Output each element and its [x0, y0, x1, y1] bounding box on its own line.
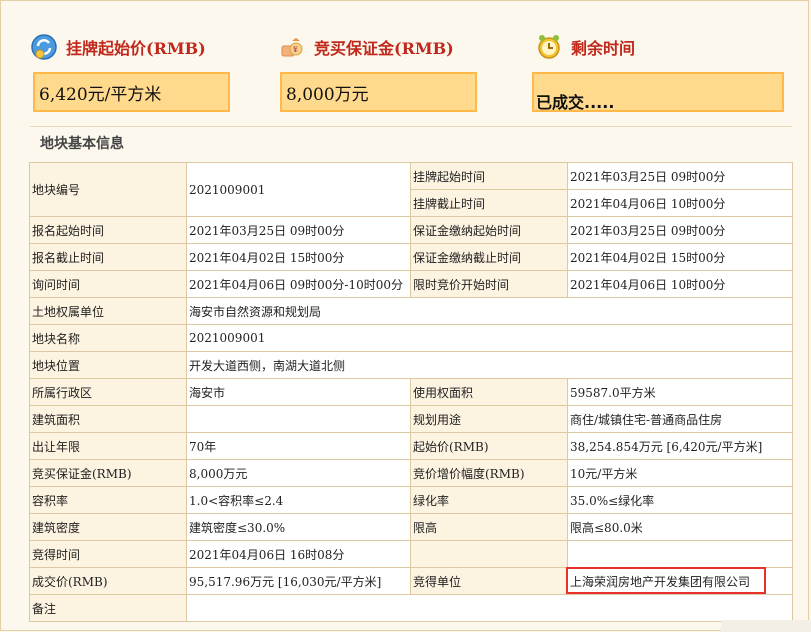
location-value: 开发大道西侧，南湖大道北侧: [186, 351, 793, 379]
deposit-end-label: 保证金缴纳截止时间: [410, 243, 568, 271]
deposit-end-value: 2021年04月02日 15时00分: [567, 243, 793, 271]
parcel-no-value: 2021009001: [186, 162, 411, 217]
section-title: 地块基本信息: [40, 136, 124, 152]
deal-price-label: 成交价(RMB): [29, 567, 187, 595]
table-row: 建筑面积 规划用途 商住/城镇住宅-普通商品住房: [29, 405, 793, 433]
deposit-value: 8,000万元: [186, 459, 411, 487]
start-price-value: 38,254.854万元 [6,420元/平方米]: [567, 432, 793, 460]
plan-use-value: 商住/城镇住宅-普通商品住房: [567, 405, 793, 433]
section-divider: [30, 126, 792, 127]
reg-start-label: 报名起始时间: [29, 216, 187, 244]
height-label: 限高: [410, 513, 568, 541]
far-value: 1.0<容积率≤2.4: [186, 486, 411, 514]
reg-end-label: 报名截止时间: [29, 243, 187, 271]
parcel-name-label: 地块名称: [29, 324, 187, 352]
table-row: 询问时间 2021年04月06日 09时00分-10时00分 限时竞价开始时间 …: [29, 270, 793, 298]
remaining-label: 剩余时间: [571, 39, 636, 58]
far-label: 容积率: [29, 486, 187, 514]
winner-highlight-box: [566, 567, 766, 594]
list-end-value: 2021年04月06日 10时00分: [567, 189, 793, 217]
table-row: 地块名称 2021009001: [29, 324, 793, 352]
empty-cell: [410, 540, 568, 568]
deposit-start-label: 保证金缴纳起始时间: [410, 216, 568, 244]
start-price-label: 起始价(RMB): [410, 432, 568, 460]
remaining-value: 已成交.....: [532, 72, 784, 112]
deposit-label: 竞买保证金(RMB): [29, 459, 187, 487]
table-row: 容积率 1.0<容积率≤2.4 绿化率 35.0%≤绿化率: [29, 486, 793, 514]
inquiry-value: 2021年04月06日 09时00分-10时00分: [186, 270, 411, 298]
reg-end-value: 2021年04月02日 15时00分: [186, 243, 411, 271]
build-area-value: [186, 405, 411, 433]
district-value: 海安市: [186, 378, 411, 406]
owner-value: 海安市自然资源和规划局: [186, 297, 793, 325]
table-row: 地块位置 开发大道西侧，南湖大道北侧: [29, 351, 793, 379]
corner-strip: [721, 620, 811, 632]
timed-bid-label: 限时竞价开始时间: [410, 270, 568, 298]
start-price-label: 挂牌起始价(RMB): [66, 39, 206, 58]
parcel-name-value: 2021009001: [186, 324, 793, 352]
district-label: 所属行政区: [29, 378, 187, 406]
owner-label: 土地权属单位: [29, 297, 187, 325]
use-area-label: 使用权面积: [410, 378, 568, 406]
inquiry-label: 询问时间: [29, 270, 187, 298]
start-price-value: 6,420元/平方米: [33, 72, 230, 112]
plan-use-label: 规划用途: [410, 405, 568, 433]
empty-cell: [567, 540, 793, 568]
table-row: 备注: [29, 594, 793, 622]
increment-value: 10元/平方米: [567, 459, 793, 487]
increment-label: 竞价增价幅度(RMB): [410, 459, 568, 487]
list-start-label: 挂牌起始时间: [410, 162, 568, 190]
deal-price-value: 95,517.96万元 [16,030元/平方米]: [186, 567, 411, 595]
use-area-value: 59587.0平方米: [567, 378, 793, 406]
table-row: 土地权属单位 海安市自然资源和规划局: [29, 297, 793, 325]
svg-text:¥: ¥: [293, 45, 298, 54]
remaining-heading: 剩余时间: [535, 32, 635, 62]
density-value: 建筑密度≤30.0%: [186, 513, 411, 541]
density-label: 建筑密度: [29, 513, 187, 541]
reg-start-value: 2021年03月25日 09时00分: [186, 216, 411, 244]
winner-label: 竞得单位: [410, 567, 568, 595]
win-time-label: 竞得时间: [29, 540, 187, 568]
price-header: 挂牌起始价(RMB) 6,420元/平方米 ¥ 竞买保证金(RMB) 8,000…: [30, 28, 790, 118]
green-value: 35.0%≤绿化率: [567, 486, 793, 514]
deposit-value: 8,000万元: [280, 72, 477, 112]
alarm-clock-icon: [538, 35, 560, 59]
build-area-label: 建筑面积: [29, 405, 187, 433]
list-start-value: 2021年03月25日 09时00分: [567, 162, 793, 190]
table-row: 报名截止时间 2021年04月02日 15时00分 保证金缴纳截止时间 2021…: [29, 243, 793, 271]
remark-label: 备注: [29, 594, 187, 622]
table-row: 所属行政区 海安市 使用权面积 59587.0平方米: [29, 378, 793, 406]
deposit-start-value: 2021年03月25日 09时00分: [567, 216, 793, 244]
table-row: 报名起始时间 2021年03月25日 09时00分 保证金缴纳起始时间 2021…: [29, 216, 793, 244]
remark-value: [186, 594, 793, 622]
timed-bid-value: 2021年04月06日 10时00分: [567, 270, 793, 298]
money-bag-icon: ¥: [281, 38, 303, 57]
table-row: 建筑密度 建筑密度≤30.0% 限高 限高≤80.0米: [29, 513, 793, 541]
table-row: 竞买保证金(RMB) 8,000万元 竞价增价幅度(RMB) 10元/平方米: [29, 459, 793, 487]
win-time-value: 2021年04月06日 16时08分: [186, 540, 411, 568]
location-label: 地块位置: [29, 351, 187, 379]
list-end-label: 挂牌截止时间: [410, 189, 568, 217]
table-row: 竞得时间 2021年04月06日 16时08分: [29, 540, 793, 568]
term-label: 出让年限: [29, 432, 187, 460]
start-price-heading: 挂牌起始价(RMB): [30, 32, 206, 62]
parcel-info-table: 地块编号 2021009001 挂牌起始时间 2021年03月25日 09时00…: [29, 162, 793, 622]
deposit-heading: ¥ 竞买保证金(RMB): [278, 32, 454, 62]
deposit-label: 竞买保证金(RMB): [314, 39, 454, 58]
table-row: 出让年限 70年 起始价(RMB) 38,254.854万元 [6,420元/平…: [29, 432, 793, 460]
parcel-no-label: 地块编号: [29, 162, 187, 217]
refresh-coin-icon: [31, 34, 57, 60]
table-row: 地块编号 2021009001 挂牌起始时间 2021年03月25日 09时00…: [29, 162, 793, 217]
height-value: 限高≤80.0米: [567, 513, 793, 541]
green-label: 绿化率: [410, 486, 568, 514]
term-value: 70年: [186, 432, 411, 460]
